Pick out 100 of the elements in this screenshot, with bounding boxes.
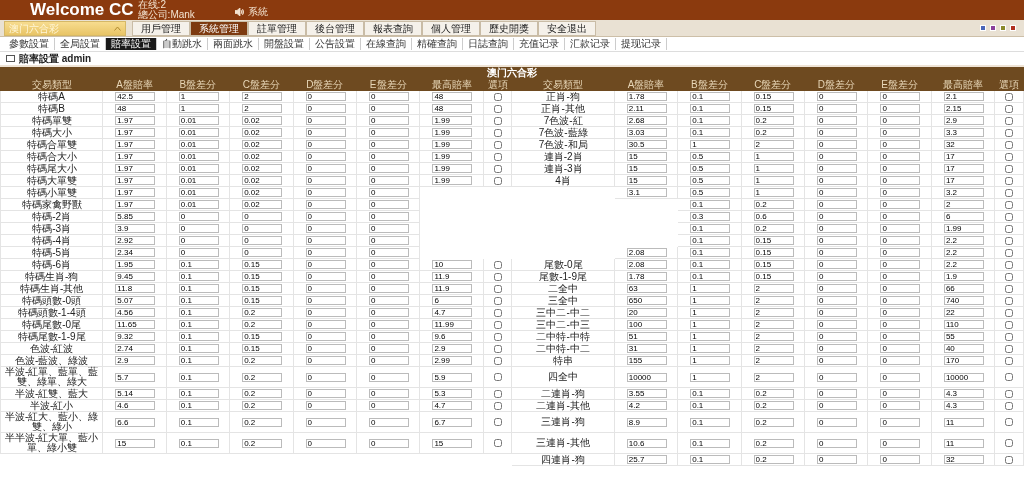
odds-input[interactable]: 1 [690,332,731,341]
odds-input[interactable]: 0 [880,455,921,464]
odds-input[interactable]: 1.97 [115,176,156,185]
row-checkbox[interactable] [1005,401,1014,410]
odds-input[interactable]: 0.2 [753,128,794,137]
odds-input[interactable]: 0.15 [753,104,794,113]
odds-input[interactable]: 1 [690,308,731,317]
odds-input[interactable]: 0.01 [178,176,219,185]
menu-tab[interactable]: 系統管理 [190,20,248,36]
odds-input[interactable]: 4.3 [943,401,984,410]
odds-input[interactable]: 0 [880,164,921,173]
odds-input[interactable]: 2 [753,140,794,149]
odds-input[interactable]: 0 [178,236,219,245]
row-checkbox[interactable] [493,373,502,381]
odds-input[interactable]: 0.1 [178,272,219,281]
odds-input[interactable]: 0 [369,176,409,185]
odds-input[interactable]: 0 [305,296,346,305]
odds-input[interactable]: 1 [753,176,794,185]
odds-input[interactable]: 2.15 [943,104,984,113]
odds-input[interactable]: 6.6 [115,417,156,427]
odds-input[interactable]: 15 [432,438,473,448]
odds-input[interactable]: 63 [626,284,667,293]
odds-input[interactable]: 0 [880,344,921,353]
odds-input[interactable]: 0 [880,389,921,398]
odds-input[interactable]: 6.7 [432,417,473,427]
odds-input[interactable]: 0 [369,164,409,173]
odds-input[interactable]: 155 [626,356,667,365]
row-checkbox[interactable] [1005,344,1014,353]
odds-input[interactable]: 0.2 [753,401,794,410]
odds-input[interactable]: 1.78 [626,272,667,281]
odds-input[interactable]: 0 [369,224,409,233]
row-checkbox[interactable] [1005,164,1014,173]
odds-input[interactable]: 0.02 [242,200,283,209]
row-checkbox[interactable] [493,272,502,281]
odds-input[interactable]: 0 [369,272,409,281]
row-checkbox[interactable] [1005,308,1014,317]
odds-input[interactable]: 0 [242,212,283,221]
odds-input[interactable]: 0 [880,308,921,317]
odds-input[interactable]: 1.95 [115,260,156,269]
odds-input[interactable]: 0 [880,92,921,101]
odds-input[interactable]: 1.97 [115,140,156,149]
odds-input[interactable]: 11.65 [115,320,156,329]
odds-input[interactable]: 1 [690,140,731,149]
odds-input[interactable]: 0.1 [178,372,219,382]
odds-input[interactable]: 2 [753,344,794,353]
odds-input[interactable]: 0 [817,332,858,341]
odds-input[interactable]: 11 [943,438,984,448]
odds-input[interactable]: 0 [369,296,409,305]
odds-input[interactable]: 0 [880,356,921,365]
submenu-tab[interactable]: 充值记录 [514,38,565,50]
submenu-tab[interactable]: 在線查詢 [361,38,412,50]
sound-label[interactable]: 系統 [247,4,268,19]
submenu-tab[interactable]: 公告設置 [310,38,361,50]
odds-input[interactable]: 0.02 [242,116,283,125]
odds-input[interactable]: 5.07 [115,296,156,305]
odds-input[interactable]: 1.99 [432,176,473,185]
odds-input[interactable]: 51 [626,332,667,341]
odds-input[interactable]: 8.9 [626,417,667,427]
odds-input[interactable]: 11.9 [432,284,473,293]
speaker-icon[interactable] [234,7,244,16]
submenu-tab[interactable]: 自動跳水 [157,38,208,50]
odds-input[interactable]: 0.1 [690,417,731,427]
row-checkbox[interactable] [1005,389,1014,398]
odds-input[interactable]: 110 [943,320,984,329]
odds-input[interactable]: 0 [305,260,346,269]
row-checkbox[interactable] [1005,248,1014,257]
odds-input[interactable]: 1.78 [626,92,667,101]
odds-input[interactable]: 3.2 [943,188,984,197]
odds-input[interactable]: 0 [817,417,858,427]
odds-input[interactable]: 2 [753,372,794,382]
odds-input[interactable]: 11.99 [432,320,473,329]
odds-input[interactable]: 0.1 [690,455,731,464]
odds-input[interactable]: 0 [817,438,858,448]
odds-input[interactable]: 2.9 [432,344,473,353]
odds-input[interactable]: 0.2 [242,438,283,448]
odds-input[interactable]: 0 [880,200,921,209]
row-checkbox[interactable] [493,152,502,161]
row-checkbox[interactable] [1005,320,1014,329]
odds-input[interactable]: 0 [178,248,219,257]
odds-input[interactable]: 0 [880,116,921,125]
odds-input[interactable]: 0 [305,272,346,281]
odds-input[interactable]: 0 [369,236,409,245]
row-checkbox[interactable] [1005,176,1014,185]
odds-input[interactable]: 40 [943,344,984,353]
odds-input[interactable]: 2 [242,104,283,113]
odds-input[interactable]: 0.1 [690,200,731,209]
row-checkbox[interactable] [1005,104,1014,113]
row-checkbox[interactable] [1005,116,1014,125]
odds-input[interactable]: 0 [178,224,219,233]
odds-input[interactable]: 1.99 [432,116,473,125]
odds-input[interactable]: 0.15 [753,260,794,269]
odds-input[interactable]: 0 [880,188,921,197]
odds-input[interactable]: 0 [369,356,409,365]
row-checkbox[interactable] [1005,418,1014,426]
odds-input[interactable]: 0 [817,176,858,185]
odds-input[interactable]: 0 [880,224,921,233]
menu-tab[interactable]: 個人管理 [422,20,480,36]
odds-input[interactable]: 0 [817,224,858,233]
odds-input[interactable]: 0 [817,164,858,173]
row-checkbox[interactable] [493,320,502,329]
